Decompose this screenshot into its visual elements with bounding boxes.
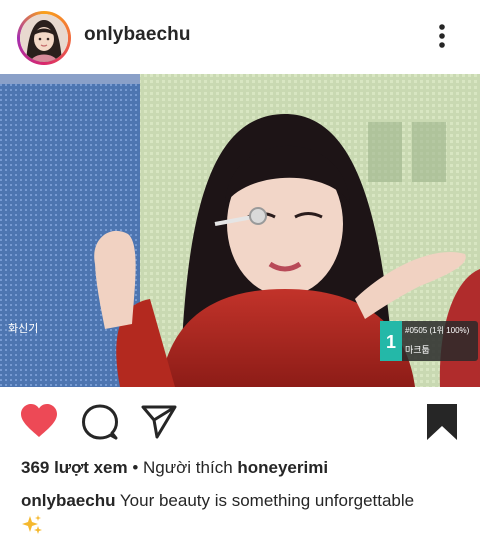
- caption-text: Your beauty is something unforgettable: [115, 491, 415, 510]
- comment-bubble-icon[interactable]: [82, 404, 118, 445]
- sparkles-icon: [21, 514, 43, 544]
- avatar[interactable]: [20, 14, 68, 62]
- post-username[interactable]: onlybaechu: [84, 24, 191, 46]
- bookmark-filled-icon[interactable]: [426, 403, 458, 446]
- photo-badge-top: #0505 (1위 100%): [405, 326, 470, 335]
- paper-plane-icon[interactable]: [141, 405, 177, 444]
- more-vertical-icon[interactable]: [430, 22, 454, 50]
- view-count[interactable]: 369 lượt xem: [21, 458, 128, 477]
- avatar-story-ring[interactable]: [17, 11, 71, 65]
- post-stats: 369 lượt xem • Người thích honeyerimi: [21, 458, 328, 478]
- stats-separator: •: [127, 458, 144, 477]
- heart-filled-icon[interactable]: [20, 404, 58, 443]
- post-actions-bar: [0, 392, 480, 448]
- post-header: onlybaechu: [0, 0, 480, 72]
- photo-badge-bottom: 마크툽: [405, 345, 430, 355]
- post-photo[interactable]: 1 #0505 (1위 100%) 마크툽 화신기: [0, 74, 480, 387]
- liked-by-user[interactable]: honeyerimi: [237, 458, 328, 477]
- svg-text:1: 1: [386, 332, 396, 352]
- photo-left-text: 화신기: [8, 322, 38, 335]
- liked-by-prefix: Người thích: [143, 458, 238, 477]
- caption-username[interactable]: onlybaechu: [21, 491, 115, 510]
